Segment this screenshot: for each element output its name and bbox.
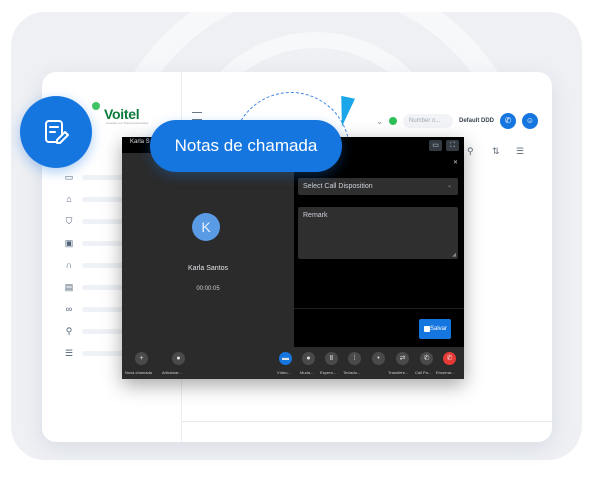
message-icon: ▣ bbox=[64, 238, 74, 248]
save-button-label: Salvar bbox=[429, 326, 447, 332]
caller-pane: K Karla Santos 00:00:05 bbox=[122, 153, 294, 347]
shield-icon: ⛉ bbox=[65, 216, 73, 226]
video-icon[interactable]: ▬ bbox=[279, 352, 292, 365]
headset-icon: ∩ bbox=[65, 260, 73, 270]
expand-window-icon[interactable]: ⛶ bbox=[446, 140, 459, 151]
home-icon: ⌂ bbox=[66, 194, 72, 204]
default-ddd-select[interactable]: Default DDD bbox=[459, 118, 494, 124]
call-notes-pane: ✕ Select Call Disposition ⌄ Remark ◢ Sal… bbox=[294, 153, 464, 347]
add-participant-label: Adicionar... bbox=[162, 370, 182, 375]
hold-icon[interactable]: Ⅱ bbox=[325, 352, 338, 365]
transfer-label: Transfere... bbox=[388, 370, 409, 375]
hold-label: Espera... bbox=[320, 370, 337, 375]
online-status-indicator[interactable] bbox=[388, 117, 397, 125]
location-icon: ⚲ bbox=[65, 326, 73, 336]
caller-avatar: K bbox=[192, 213, 220, 241]
resize-handle-icon[interactable]: ◢ bbox=[452, 252, 456, 258]
stage: Voitel soluções em Telecomunicações ▭ ⌂ … bbox=[0, 0, 592, 483]
call-notes-badge bbox=[20, 96, 92, 168]
add-call-icon[interactable]: + bbox=[135, 352, 148, 365]
hangup-label: Encerrar... bbox=[436, 370, 455, 375]
mute-label: Muda... bbox=[300, 370, 314, 375]
minimize-window-icon[interactable]: ▭ bbox=[429, 140, 442, 151]
call-window-title: Karla S bbox=[130, 139, 150, 145]
brand-name: Voitel bbox=[104, 106, 140, 122]
save-icon bbox=[424, 326, 430, 332]
keypad-label: Teclado... bbox=[343, 370, 361, 375]
top-bar-actions: ⌄ Number o... Default DDD ✆ ☺ bbox=[376, 112, 538, 130]
caller-name: Karla Santos bbox=[187, 265, 229, 272]
list-settings-icon: ☰ bbox=[64, 348, 74, 358]
park-icon[interactable]: ✆ bbox=[420, 352, 433, 365]
logo-dot bbox=[92, 102, 100, 110]
menu-icon[interactable] bbox=[192, 112, 202, 120]
close-icon[interactable]: ✕ bbox=[453, 159, 458, 166]
call-notes-callout: Notas de chamada bbox=[150, 120, 342, 172]
profile-button[interactable]: ☺ bbox=[522, 113, 538, 129]
remark-textarea[interactable]: Remark ◢ bbox=[298, 207, 458, 259]
user-icon[interactable]: ● bbox=[172, 352, 185, 365]
divider bbox=[294, 308, 464, 309]
document-icon: ▤ bbox=[64, 282, 74, 292]
list-view-icon[interactable]: ☰ bbox=[516, 146, 524, 157]
chevron-down-icon: ⌄ bbox=[446, 183, 452, 189]
call-window: Karla S ▭ ⛶ K Karla Santos 00:00:05 ✕ Se… bbox=[122, 137, 464, 379]
transfer-icon[interactable]: ⇄ bbox=[396, 352, 409, 365]
mute-icon[interactable]: ● bbox=[302, 352, 315, 365]
status-caret-icon[interactable]: ⌄ bbox=[376, 117, 383, 126]
call-disposition-label: Select Call Disposition bbox=[303, 183, 373, 190]
divider bbox=[182, 421, 552, 422]
number-input[interactable]: Number o... bbox=[402, 114, 453, 128]
call-timer: 00:00:05 bbox=[196, 286, 220, 292]
brand-tagline: soluções em Telecomunicações bbox=[106, 121, 149, 125]
sort-icon[interactable]: ⇅ bbox=[492, 146, 500, 157]
add-call-label: Nova chamada bbox=[125, 370, 152, 375]
search-icon[interactable]: ⚲ bbox=[467, 146, 474, 157]
call-disposition-select[interactable]: Select Call Disposition ⌄ bbox=[298, 178, 458, 195]
keypad-icon[interactable]: ⁞ bbox=[348, 352, 361, 365]
call-controls-bar: + Nova chamada ● Adicionar... ▬ Vídeo...… bbox=[122, 347, 464, 379]
remark-placeholder: Remark bbox=[303, 212, 328, 219]
chat-icon: ▭ bbox=[64, 172, 74, 182]
notes-edit-icon bbox=[45, 120, 69, 144]
record-icon[interactable]: • bbox=[372, 352, 385, 365]
voicemail-icon: ∞ bbox=[65, 304, 73, 314]
video-label: Vídeo... bbox=[277, 370, 291, 375]
park-label: Call Pa... bbox=[415, 370, 432, 375]
hangup-icon[interactable]: ✆ bbox=[443, 352, 456, 365]
phone-button[interactable]: ✆ bbox=[500, 113, 516, 129]
brand-logo: Voitel soluções em Telecomunicações bbox=[92, 102, 172, 125]
save-button[interactable]: Salvar bbox=[419, 319, 451, 339]
